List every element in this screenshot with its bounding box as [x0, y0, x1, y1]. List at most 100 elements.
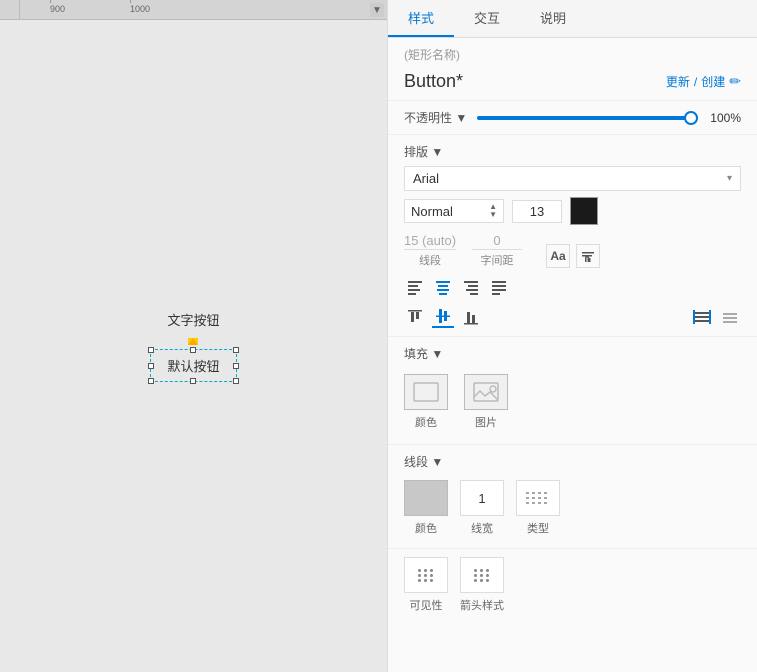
opacity-thumb[interactable] — [684, 111, 698, 125]
opacity-value[interactable]: 100% — [701, 111, 741, 125]
line-type-btn[interactable] — [516, 480, 560, 516]
handle-tm[interactable] — [190, 347, 196, 353]
update-label: 更新 — [666, 73, 690, 90]
fill-color-icon — [411, 380, 441, 404]
spinner-down[interactable]: ▼ — [489, 211, 497, 219]
line-row: 颜色 1 线宽 类型 — [404, 476, 741, 540]
line-type-label: 类型 — [527, 520, 549, 536]
line-label: 线段 ▼ — [404, 453, 443, 470]
align-center-icon[interactable] — [432, 276, 454, 298]
fill-color-btn[interactable] — [404, 374, 448, 410]
handle-bl[interactable] — [148, 378, 154, 384]
font-select[interactable]: Arial ▾ — [404, 166, 741, 191]
handle-ml[interactable] — [148, 363, 154, 369]
char-spacing-value[interactable]: 0 — [472, 233, 522, 250]
char-spacing-label: 字间距 — [481, 252, 514, 268]
char-spacing-item: 0 字间距 — [472, 233, 522, 268]
opacity-fill — [477, 116, 691, 120]
handle-tl[interactable] — [148, 347, 154, 353]
visibility-label: 可见性 — [410, 597, 443, 613]
fill-image-btn[interactable] — [464, 374, 508, 410]
canvas-content: 文字按钮 默认按钮 — [0, 20, 387, 672]
valign-middle-icon[interactable] — [432, 306, 454, 328]
fill-icons-row: 颜色 图片 — [404, 368, 741, 436]
widget-area: 文字按钮 默认按钮 — [150, 310, 236, 382]
ruler-mark-900: 900 — [50, 4, 65, 14]
widget-name[interactable]: Button* — [404, 71, 463, 92]
opacity-row: 不透明性 ▼ 100% — [404, 109, 741, 126]
font-name: Arial — [413, 171, 439, 186]
widget-label: 文字按钮 — [167, 310, 219, 329]
create-label: 创建 — [701, 73, 725, 90]
widget-name-row: Button* 更新 / 创建 ✏ — [388, 67, 757, 101]
align-right-icon[interactable] — [460, 276, 482, 298]
line-color-btn[interactable] — [404, 480, 448, 516]
fill-section: 填充 ▼ 颜色 图片 — [388, 337, 757, 445]
fill-color-item: 颜色 — [404, 374, 448, 430]
handle-tri-top[interactable] — [188, 338, 198, 345]
text-overflow-icon[interactable] — [719, 306, 741, 328]
button-widget[interactable]: 默认按钮 — [150, 349, 236, 382]
text-align-row — [404, 276, 741, 298]
typography-label: 排版 ▼ — [404, 143, 443, 160]
line-type-icon — [523, 488, 553, 508]
edit-icon: ✏ — [729, 73, 741, 90]
font-size-input[interactable]: 13 — [512, 200, 562, 223]
handle-bm[interactable] — [190, 378, 196, 384]
text-overflow-clip-icon[interactable] — [691, 306, 713, 328]
shape-name: (矩形名称) — [388, 38, 757, 67]
opacity-section: 不透明性 ▼ 100% — [388, 101, 757, 135]
handle-br[interactable] — [233, 378, 239, 384]
button-widget-text: 默认按钮 — [167, 356, 219, 375]
line-spacing-label: 线段 — [419, 252, 441, 268]
line-spacing-item: 15 (auto) 线段 — [404, 233, 456, 268]
fill-image-label: 图片 — [475, 414, 497, 430]
font-style-value: Normal — [411, 204, 453, 219]
opacity-slider[interactable] — [477, 116, 691, 120]
line-header[interactable]: 线段 ▼ — [404, 453, 741, 470]
valign-top-icon[interactable] — [404, 306, 426, 328]
line-width-label: 线宽 — [471, 520, 493, 536]
style-spinner[interactable]: ▲ ▼ — [489, 203, 497, 219]
visibility-icon — [418, 569, 434, 582]
ruler-top: 900 1000 ▼ — [0, 0, 387, 20]
typography-section: 排版 ▼ Arial ▾ Normal ▲ ▼ 13 — [388, 135, 757, 337]
canvas-area: 900 1000 ▼ 文字按钮 默认按钮 — [0, 0, 387, 672]
opacity-label[interactable]: 不透明性 ▼ — [404, 109, 467, 126]
tab-notes[interactable]: 说明 — [520, 0, 586, 37]
typography-header[interactable]: 排版 ▼ — [404, 143, 741, 160]
text-transform-icon[interactable] — [576, 244, 600, 268]
tab-interact[interactable]: 交互 — [454, 0, 520, 37]
fill-color-label: 颜色 — [415, 414, 437, 430]
font-family-row: Arial ▾ — [404, 166, 741, 191]
handle-tr[interactable] — [233, 347, 239, 353]
fill-image-icon — [471, 380, 501, 404]
ruler-mark-1000: 1000 — [130, 4, 150, 14]
font-style-input[interactable]: Normal ▲ ▼ — [404, 199, 504, 223]
font-size-value: 13 — [530, 204, 544, 219]
scroll-indicator[interactable]: ▼ — [370, 3, 384, 17]
align-justify-icon[interactable] — [488, 276, 510, 298]
update-create-btn[interactable]: 更新 / 创建 ✏ — [666, 73, 741, 90]
handle-mr[interactable] — [233, 363, 239, 369]
fill-label: 填充 ▼ — [404, 345, 443, 362]
font-color-swatch[interactable] — [570, 197, 598, 225]
right-panel: 样式 交互 说明 (矩形名称) Button* 更新 / 创建 ✏ 不透明性 ▼… — [387, 0, 757, 672]
tab-style[interactable]: 样式 — [388, 0, 454, 37]
visibility-item: 可见性 — [404, 557, 448, 613]
line-type-item: 类型 — [516, 480, 560, 536]
arrow-style-item: 箭头样式 — [460, 557, 504, 613]
line-spacing-value[interactable]: 15 (auto) — [404, 233, 456, 250]
visibility-btn[interactable] — [404, 557, 448, 593]
arrow-style-btn[interactable] — [460, 557, 504, 593]
ruler-corner — [0, 0, 20, 20]
font-dropdown-arrow: ▾ — [727, 173, 732, 184]
fill-header[interactable]: 填充 ▼ — [404, 345, 741, 362]
fill-image-item: 图片 — [464, 374, 508, 430]
text-case-icon[interactable]: Aa — [546, 244, 570, 268]
valign-bottom-icon[interactable] — [460, 306, 482, 328]
line-width-btn[interactable]: 1 — [460, 480, 504, 516]
align-left-icon[interactable] — [404, 276, 426, 298]
line-width-item: 1 线宽 — [460, 480, 504, 536]
ruler-marks: 900 1000 — [20, 0, 387, 17]
